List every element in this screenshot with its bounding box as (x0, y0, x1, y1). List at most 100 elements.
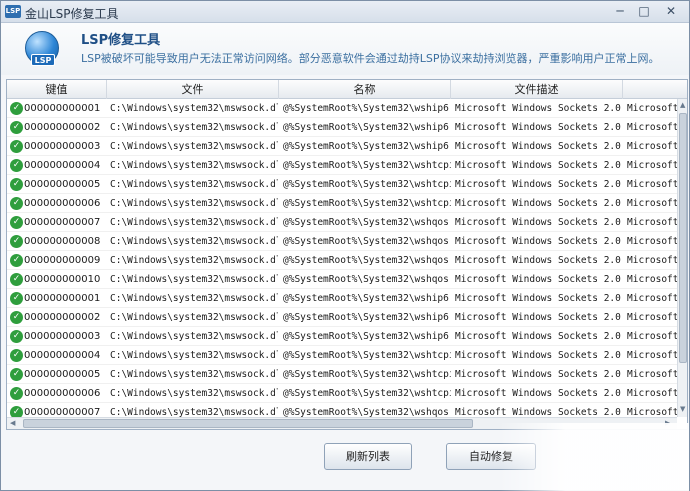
lsp-table[interactable]: 键值 文件 名称 文件描述 ✓ 000000000001 C:\Windows\sy… (6, 79, 688, 430)
table-body: ✓ 000000000001 C:\Windows\system32\mswsock… (7, 99, 677, 417)
cell-key: 000000000005 (24, 179, 101, 190)
cell-description: Microsoft Windows Sockets 2.0 ... (455, 141, 623, 152)
cell-key: 000000000001 (24, 293, 101, 304)
scroll-down-icon[interactable]: ▼ (680, 405, 685, 413)
cell-file: C:\Windows\system32\mswsock.dll (110, 407, 278, 417)
lsp-repair-window: LSP 金山LSP修复工具 ─ □ ✕ LSP LSP修复工具 LSP被破坏可能… (0, 0, 690, 491)
cell-name: @%SystemRoot%\System32\wship6... (283, 331, 451, 342)
check-icon: ✓ (10, 121, 23, 134)
table-row[interactable]: ✓ 000000000004 C:\Windows\system32\mswsock… (7, 346, 677, 365)
cell-description: Microsoft Windows Sockets 2.0 ... (455, 160, 623, 171)
table-row[interactable]: ✓ 000000000003 C:\Windows\system32\mswsock… (7, 327, 677, 346)
check-icon: ✓ (10, 387, 23, 400)
cell-name: @%SystemRoot%\System32\wshtcpi... (283, 198, 451, 209)
cell-key: 000000000006 (24, 198, 101, 209)
check-icon: ✓ (10, 235, 23, 248)
scroll-up-icon[interactable]: ▲ (680, 101, 685, 109)
page-title: LSP修复工具 (81, 33, 161, 48)
cell-description: Microsoft Windows Sockets 2.0 ... (455, 255, 623, 266)
cell-name: @%SystemRoot%\System32\wship6... (283, 122, 451, 133)
table-row[interactable]: ✓ 000000000007 C:\Windows\system32\mswsock… (7, 403, 677, 417)
table-row[interactable]: ✓ 000000000005 C:\Windows\system32\mswsock… (7, 365, 677, 384)
cell-key: 000000000007 (24, 217, 101, 228)
vertical-scrollbar[interactable]: ▲ ▼ (677, 99, 687, 417)
check-icon: ✓ (10, 216, 23, 229)
cell-extra: Microsoft (627, 198, 677, 209)
cell-description: Microsoft Windows Sockets 2.0 ... (455, 122, 623, 133)
table-row[interactable]: ✓ 000000000010 C:\Windows\system32\mswsock… (7, 270, 677, 289)
cell-extra: Microsoft (627, 312, 677, 323)
column-header-extra[interactable] (623, 80, 687, 99)
maximize-button[interactable]: □ (633, 3, 655, 19)
cell-key: 000000000002 (24, 312, 101, 323)
table-row[interactable]: ✓ 000000000006 C:\Windows\system32\mswsock… (7, 194, 677, 213)
cell-name: @%SystemRoot%\System32\wshqos... (283, 274, 451, 285)
cell-extra: Microsoft (627, 255, 677, 266)
table-row[interactable]: ✓ 000000000004 C:\Windows\system32\mswsock… (7, 156, 677, 175)
column-header-description[interactable]: 文件描述 (451, 80, 623, 99)
cell-key: 000000000003 (24, 141, 101, 152)
cell-file: C:\Windows\system32\mswsock.dll (110, 217, 278, 228)
table-row[interactable]: ✓ 000000000005 C:\Windows\system32\mswsock… (7, 175, 677, 194)
table-row[interactable]: ✓ 000000000002 C:\Windows\system32\mswsock… (7, 118, 677, 137)
cell-extra: Microsoft (627, 369, 677, 380)
cell-extra: Microsoft (627, 388, 677, 399)
cell-name: @%SystemRoot%\System32\wshtcpi... (283, 179, 451, 190)
check-icon: ✓ (10, 273, 23, 286)
cell-extra: Microsoft (627, 331, 677, 342)
cell-description: Microsoft Windows Sockets 2.0 ... (455, 369, 623, 380)
column-header-file[interactable]: 文件 (107, 80, 279, 99)
scroll-left-icon[interactable]: ◀ (10, 419, 15, 427)
cell-extra: Microsoft (627, 293, 677, 304)
cell-name: @%SystemRoot%\System32\wship6... (283, 293, 451, 304)
cell-file: C:\Windows\system32\mswsock.dll (110, 369, 278, 380)
table-row[interactable]: ✓ 000000000002 C:\Windows\system32\mswsock… (7, 308, 677, 327)
check-icon: ✓ (10, 178, 23, 191)
check-icon: ✓ (10, 197, 23, 210)
minimize-button[interactable]: ─ (609, 3, 631, 19)
cell-name: @%SystemRoot%\System32\wshtcpi... (283, 350, 451, 361)
cell-description: Microsoft Windows Sockets 2.0 ... (455, 179, 623, 190)
cell-extra: Microsoft (627, 274, 677, 285)
cell-name: @%SystemRoot%\System32\wshqos... (283, 407, 451, 417)
cell-description: Microsoft Windows Sockets 2.0 ... (455, 407, 623, 417)
column-header-name[interactable]: 名称 (279, 80, 451, 99)
cell-description: Microsoft Windows Sockets 2.0 ... (455, 217, 623, 228)
table-row[interactable]: ✓ 000000000008 C:\Windows\system32\mswsock… (7, 232, 677, 251)
title-bar[interactable]: LSP 金山LSP修复工具 ─ □ ✕ (1, 1, 689, 23)
cell-description: Microsoft Windows Sockets 2.0 ... (455, 274, 623, 285)
cell-name: @%SystemRoot%\System32\wship6... (283, 312, 451, 323)
cell-key: 000000000002 (24, 122, 101, 133)
cell-name: @%SystemRoot%\System32\wshqos... (283, 255, 451, 266)
table-row[interactable]: ✓ 000000000001 C:\Windows\system32\mswsock… (7, 99, 677, 118)
vertical-scroll-thumb[interactable] (679, 113, 687, 363)
cell-extra: Microsoft (627, 217, 677, 228)
cell-file: C:\Windows\system32\mswsock.dll (110, 236, 278, 247)
check-icon: ✓ (10, 368, 23, 381)
cell-file: C:\Windows\system32\mswsock.dll (110, 255, 278, 266)
cell-file: C:\Windows\system32\mswsock.dll (110, 141, 278, 152)
cell-description: Microsoft Windows Sockets 2.0 ... (455, 331, 623, 342)
table-row[interactable]: ✓ 000000000001 C:\Windows\system32\mswsock… (7, 289, 677, 308)
column-header-key[interactable]: 键值 (7, 80, 107, 99)
check-icon: ✓ (10, 292, 23, 305)
page-description: LSP被破坏可能导致用户无法正常访问网络。部分恶意软件会通过劫持LSP协议来劫持… (81, 52, 660, 65)
cell-name: @%SystemRoot%\System32\wshtcpi... (283, 388, 451, 399)
cell-extra: Microsoft (627, 141, 677, 152)
cell-file: C:\Windows\system32\mswsock.dll (110, 350, 278, 361)
cell-file: C:\Windows\system32\mswsock.dll (110, 331, 278, 342)
table-row[interactable]: ✓ 000000000009 C:\Windows\system32\mswsock… (7, 251, 677, 270)
cell-key: 000000000008 (24, 236, 101, 247)
table-row[interactable]: ✓ 000000000006 C:\Windows\system32\mswsock… (7, 384, 677, 403)
table-row[interactable]: ✓ 000000000007 C:\Windows\system32\mswsock… (7, 213, 677, 232)
cell-name: @%SystemRoot%\System32\wship6... (283, 103, 451, 114)
cell-file: C:\Windows\system32\mswsock.dll (110, 274, 278, 285)
table-row[interactable]: ✓ 000000000003 C:\Windows\system32\mswsock… (7, 137, 677, 156)
horizontal-scroll-thumb[interactable] (23, 419, 473, 428)
cell-key: 000000000001 (24, 103, 101, 114)
cell-name: @%SystemRoot%\System32\wshtcpi... (283, 160, 451, 171)
cell-extra: Microsoft (627, 179, 677, 190)
refresh-list-button[interactable]: 刷新列表 (324, 443, 412, 470)
cell-extra: Microsoft (627, 350, 677, 361)
close-button[interactable]: ✕ (657, 3, 685, 19)
